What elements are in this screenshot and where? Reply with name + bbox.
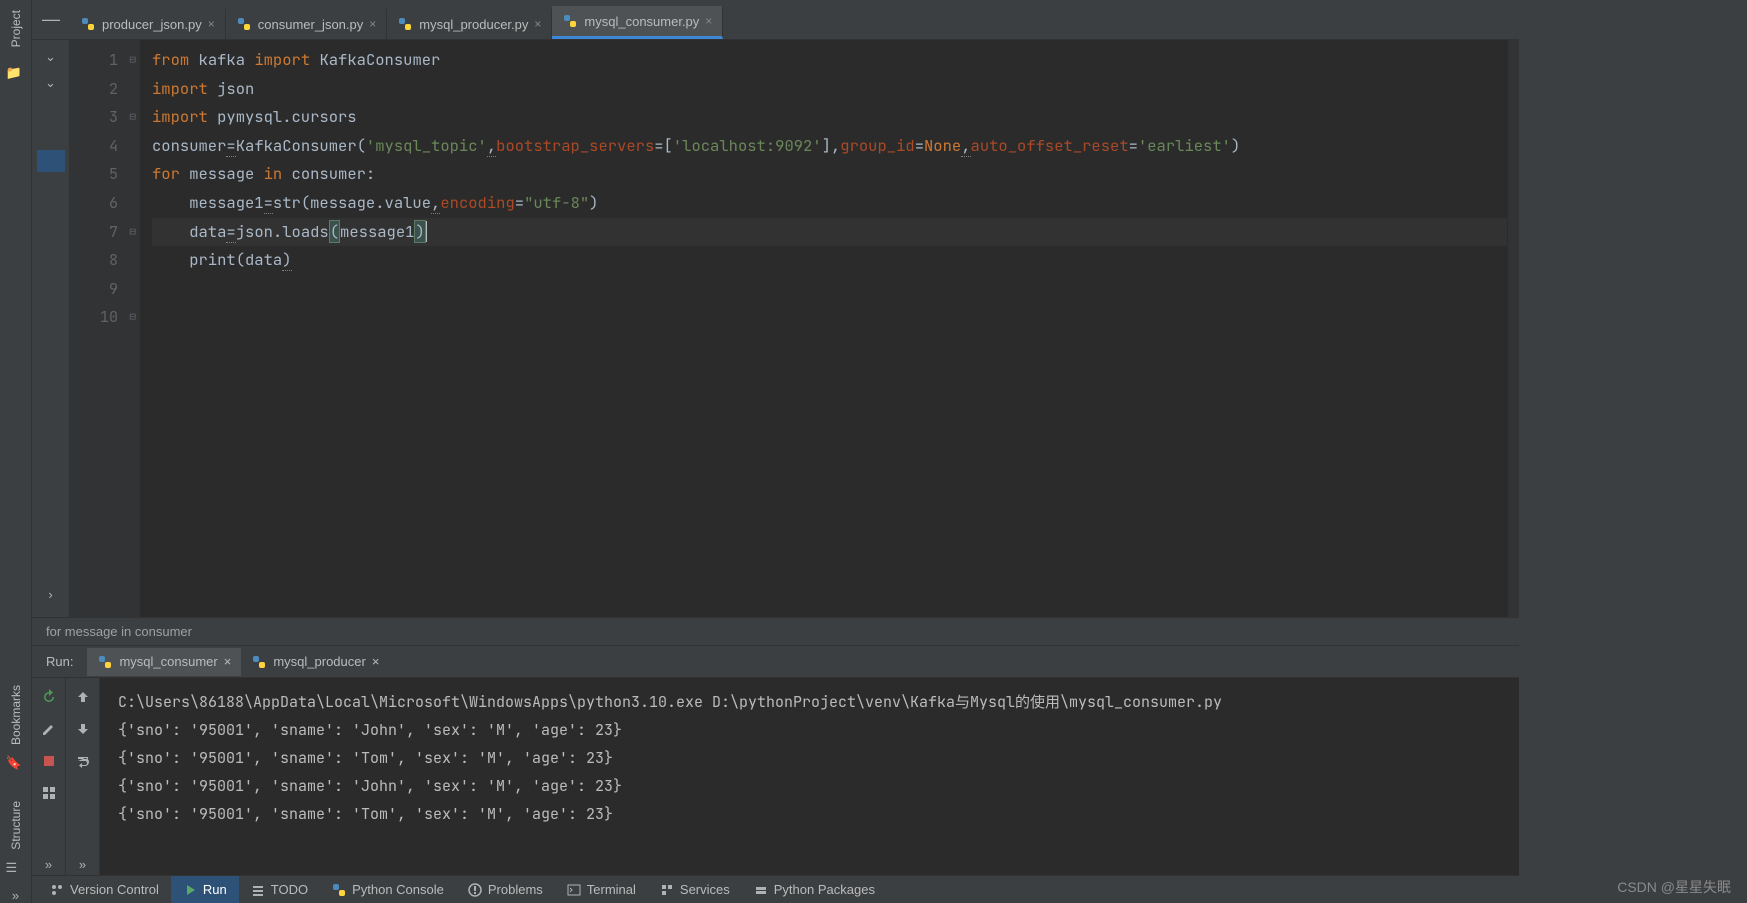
console-line: {'sno': '95001', 'sname': 'Tom', 'sex': … xyxy=(118,744,1501,772)
project-item[interactable] xyxy=(37,124,65,146)
packages-icon xyxy=(754,883,768,897)
soft-wrap-button[interactable] xyxy=(72,750,94,772)
edit-config-button[interactable] xyxy=(38,718,60,740)
tab-label: producer_json.py xyxy=(102,17,202,32)
breadcrumb-bar[interactable]: for message in consumer xyxy=(32,617,1519,645)
error-stripe[interactable] xyxy=(1507,40,1519,617)
line-num[interactable]: 1⊟ xyxy=(70,46,140,75)
tool-window-python-packages[interactable]: Python Packages xyxy=(742,876,887,903)
layout-button[interactable] xyxy=(38,782,60,804)
close-icon[interactable]: × xyxy=(224,654,232,669)
line-num[interactable]: 9 xyxy=(70,275,140,304)
python-icon xyxy=(251,654,267,670)
tool-window-terminal[interactable]: Terminal xyxy=(555,876,648,903)
python-file-icon xyxy=(80,16,96,32)
run-toolbar-secondary: » xyxy=(66,678,100,875)
run-toolbar-overflow[interactable]: » xyxy=(38,853,60,875)
project-item-selected[interactable] xyxy=(37,150,65,172)
line-num[interactable]: 8 xyxy=(70,246,140,275)
branch-icon xyxy=(50,883,64,897)
list-icon xyxy=(251,883,265,897)
console-line: {'sno': '95001', 'sname': 'Tom', 'sex': … xyxy=(118,800,1501,828)
tool-window-problems[interactable]: Problems xyxy=(456,876,555,903)
tool-window-run[interactable]: Run xyxy=(171,876,239,903)
tab-producer-json[interactable]: producer_json.py × xyxy=(70,9,226,39)
tool-window-structure[interactable]: Structure xyxy=(9,791,23,860)
project-item[interactable] xyxy=(37,176,65,198)
line-num[interactable]: 2 xyxy=(70,75,140,104)
line-num[interactable]: 7⊟ xyxy=(70,218,140,247)
left-toolbar-overflow[interactable]: » xyxy=(4,888,27,903)
python-icon xyxy=(97,654,113,670)
tool-window-todo[interactable]: TODO xyxy=(239,876,320,903)
project-pane-minimize[interactable]: — xyxy=(32,0,70,39)
console-output[interactable]: C:\Users\86188\AppData\Local\Microsoft\W… xyxy=(100,678,1519,875)
close-icon[interactable]: × xyxy=(372,654,380,669)
rerun-button[interactable] xyxy=(38,686,60,708)
console-line: {'sno': '95001', 'sname': 'John', 'sex':… xyxy=(118,772,1501,800)
tab-label: consumer_json.py xyxy=(258,17,364,32)
stop-button[interactable] xyxy=(38,750,60,772)
line-number-gutter: 1⊟ 2 3⊟ 4 5 6 7⊟ 8 9 10⊟ xyxy=(70,40,140,617)
main-area: — producer_json.py × consumer_json.py × … xyxy=(32,0,1519,903)
python-file-icon xyxy=(236,16,252,32)
project-item[interactable] xyxy=(37,228,65,250)
python-icon xyxy=(332,883,346,897)
tab-mysql-producer[interactable]: mysql_producer.py × xyxy=(387,9,552,39)
tab-label: mysql_producer.py xyxy=(419,17,528,32)
console-line: {'sno': '95001', 'sname': 'John', 'sex':… xyxy=(118,716,1501,744)
project-item[interactable] xyxy=(37,98,65,120)
run-panel-label: Run: xyxy=(32,654,87,669)
run-tab-label: mysql_producer xyxy=(273,654,366,669)
close-icon[interactable]: × xyxy=(369,17,376,31)
line-num[interactable]: 6 xyxy=(70,189,140,218)
run-panel-header: Run: mysql_consumer × mysql_producer × xyxy=(32,646,1519,678)
run-tool-window: Run: mysql_consumer × mysql_producer × » xyxy=(32,645,1519,875)
services-icon xyxy=(660,883,674,897)
up-stack-button[interactable] xyxy=(72,686,94,708)
run-toolbar-primary: » xyxy=(32,678,66,875)
console-line: C:\Users\86188\AppData\Local\Microsoft\W… xyxy=(118,688,1501,716)
editor-area: ⌄ ⌄ › 1⊟ 2 3⊟ 4 5 6 7⊟ 8 9 10⊟ from kafk… xyxy=(32,40,1519,617)
tool-window-bookmarks[interactable]: Bookmarks xyxy=(9,675,23,755)
run-tab-mysql-producer[interactable]: mysql_producer × xyxy=(241,648,389,676)
terminal-icon xyxy=(567,883,581,897)
python-file-icon xyxy=(397,16,413,32)
project-expand-toggle[interactable]: › xyxy=(37,583,65,605)
close-icon[interactable]: × xyxy=(705,14,712,28)
close-icon[interactable]: × xyxy=(534,17,541,31)
project-root-icon[interactable]: ⌄ xyxy=(37,72,65,94)
tab-label: mysql_consumer.py xyxy=(584,14,699,29)
warn-icon xyxy=(468,883,482,897)
tool-window-project[interactable]: Project xyxy=(9,0,23,57)
line-num[interactable]: 5 xyxy=(70,160,140,189)
status-bar: Version Control Run TODO Python Console … xyxy=(32,875,1519,903)
left-tool-window-bar: Project 📁 Bookmarks 🔖 Structure ☰ » xyxy=(0,0,32,903)
project-item[interactable] xyxy=(37,202,65,224)
code-editor[interactable]: from kafka import KafkaConsumerimport js… xyxy=(140,40,1507,617)
close-icon[interactable]: × xyxy=(208,17,215,31)
play-icon xyxy=(183,883,197,897)
run-tab-mysql-consumer[interactable]: mysql_consumer × xyxy=(87,648,241,676)
project-item[interactable] xyxy=(37,254,65,276)
line-num[interactable]: 3⊟ xyxy=(70,103,140,132)
down-stack-button[interactable] xyxy=(72,718,94,740)
python-file-icon xyxy=(562,13,578,29)
tab-mysql-consumer[interactable]: mysql_consumer.py × xyxy=(552,6,723,39)
tool-window-python-console[interactable]: Python Console xyxy=(320,876,456,903)
run-tab-label: mysql_consumer xyxy=(119,654,217,669)
tool-window-services[interactable]: Services xyxy=(648,876,742,903)
line-num[interactable]: 4 xyxy=(70,132,140,161)
project-sidebar-collapsed: ⌄ ⌄ › xyxy=(32,40,70,617)
editor-tab-bar: — producer_json.py × consumer_json.py × … xyxy=(32,0,1519,40)
project-toggle-chevron[interactable]: ⌄ xyxy=(37,46,65,68)
tab-consumer-json[interactable]: consumer_json.py × xyxy=(226,9,388,39)
run-toolbar2-overflow[interactable]: » xyxy=(72,853,94,875)
tool-window-version-control[interactable]: Version Control xyxy=(38,876,171,903)
watermark: CSDN @星星失眠 xyxy=(1617,877,1731,897)
line-num[interactable]: 10⊟ xyxy=(70,303,140,332)
